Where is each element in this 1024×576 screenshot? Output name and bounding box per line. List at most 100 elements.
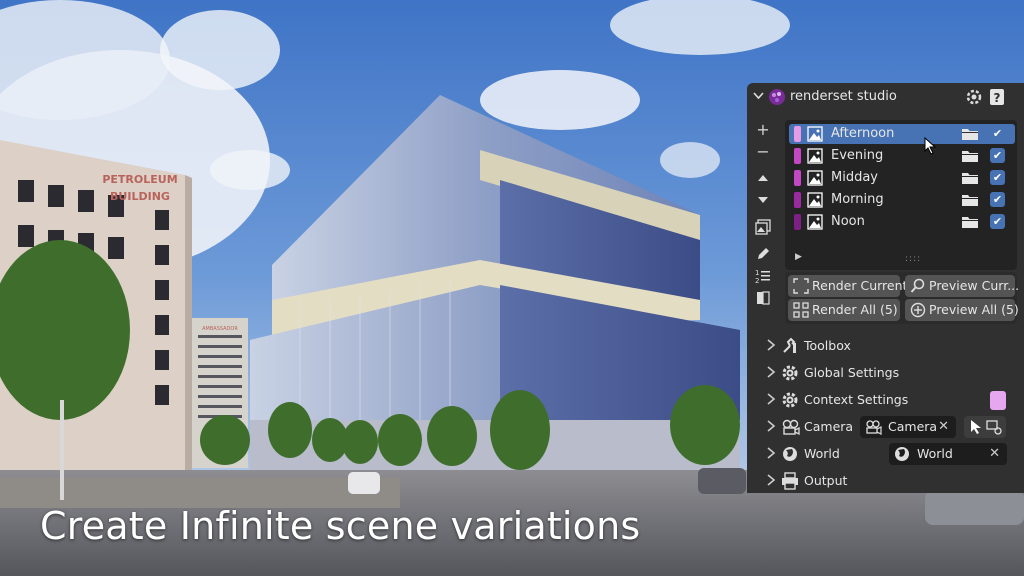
context-color-swatch[interactable] <box>990 391 1006 410</box>
camera-view-icon <box>986 419 1002 442</box>
magnifier-icon <box>910 278 926 301</box>
section-label: Toolbox <box>804 338 851 353</box>
world-selector[interactable]: World ✕ <box>889 443 1007 465</box>
camera-picker-button[interactable] <box>964 416 1006 438</box>
wrench-icon <box>781 337 799 359</box>
section-label: World <box>804 446 840 461</box>
context-name[interactable]: Noon <box>831 214 865 229</box>
image-icon <box>807 170 823 190</box>
svg-text:?: ? <box>994 91 1001 105</box>
add-context-button[interactable]: + <box>753 120 773 140</box>
image-icon <box>807 214 823 234</box>
petroleum-sign-line1: PETROLEUM <box>102 173 177 186</box>
resize-grip-icon[interactable]: :::: <box>905 254 921 264</box>
video-caption: Create Infinite scene variations <box>40 504 641 548</box>
context-color-swatch <box>794 170 801 186</box>
camera-value: Camera <box>888 419 938 434</box>
enabled-checkbox[interactable]: ✔ <box>990 170 1005 185</box>
help-icon[interactable]: ? <box>988 87 1006 111</box>
remove-context-button[interactable]: − <box>753 142 773 162</box>
render-actions: Render Current Preview Curr... Render Al… <box>785 272 1019 324</box>
folder-icon[interactable] <box>961 192 979 212</box>
clear-world-icon[interactable]: ✕ <box>989 443 1000 465</box>
preview-all-button[interactable]: Preview All (5) <box>905 299 1019 321</box>
render-all-label: Render All (5) <box>812 302 898 317</box>
render-all-button[interactable]: Render All (5) <box>788 299 900 321</box>
svg-text:2: 2 <box>755 277 759 284</box>
list-item[interactable]: Noon ✔ <box>789 212 1015 232</box>
gear-icon <box>781 391 799 413</box>
context-color-swatch <box>794 192 801 208</box>
preferences-gear-icon[interactable] <box>964 87 984 111</box>
section-label: Output <box>804 473 848 488</box>
list-item[interactable]: Midday ✔ <box>789 168 1015 188</box>
section-camera[interactable]: Camera Camera ✕ <box>747 416 1024 438</box>
render-region-icon <box>793 278 809 301</box>
section-context-settings[interactable]: Context Settings <box>747 389 1024 411</box>
camera-selector[interactable]: Camera ✕ <box>860 416 956 438</box>
context-color-swatch <box>794 126 801 142</box>
expand-chevron-icon[interactable] <box>766 339 776 354</box>
edit-pencil-icon[interactable] <box>753 246 773 266</box>
camera-icon <box>864 419 884 442</box>
preview-current-label: Preview Curr... <box>929 278 1020 293</box>
image-gallery-button[interactable] <box>753 219 773 239</box>
preview-current-button[interactable]: Preview Curr... <box>905 275 1019 297</box>
world-value: World <box>917 446 953 461</box>
section-output[interactable]: Output <box>747 470 1024 492</box>
context-name[interactable]: Evening <box>831 148 883 163</box>
renderset-panel: renderset studio ? + − 12 Afternoon ✔ Ev… <box>747 83 1024 493</box>
section-global-settings[interactable]: Global Settings <box>747 362 1024 384</box>
expand-chevron-icon[interactable] <box>766 447 776 462</box>
context-list[interactable]: Afternoon ✔ Evening ✔ Midday ✔ Morning ✔… <box>785 120 1017 270</box>
printer-icon <box>781 472 799 494</box>
preview-all-label: Preview All (5) <box>929 302 1019 317</box>
context-name[interactable]: Afternoon <box>831 126 894 141</box>
list-item[interactable]: Evening ✔ <box>789 146 1015 166</box>
add-circle-icon <box>910 302 926 325</box>
folder-icon[interactable] <box>961 126 979 146</box>
camera-icon <box>781 418 801 440</box>
panel-title: renderset studio <box>790 89 897 104</box>
list-item[interactable]: Morning ✔ <box>789 190 1015 210</box>
section-label: Camera <box>804 419 854 434</box>
renderset-logo-icon <box>768 88 786 110</box>
move-up-button[interactable] <box>753 169 773 189</box>
svg-text:1: 1 <box>755 269 759 277</box>
compare-icon[interactable] <box>753 290 773 310</box>
enabled-checkbox[interactable]: ✔ <box>990 148 1005 163</box>
panel-header[interactable]: renderset studio ? <box>747 83 1024 111</box>
expand-chevron-icon[interactable] <box>766 420 776 435</box>
gear-icon <box>781 364 799 386</box>
folder-icon[interactable] <box>961 170 979 190</box>
expand-chevron-icon[interactable] <box>766 474 776 489</box>
clear-camera-icon[interactable]: ✕ <box>938 416 949 438</box>
enabled-checkbox[interactable]: ✔ <box>990 126 1005 141</box>
ordered-list-icon[interactable]: 12 <box>753 268 773 288</box>
section-world[interactable]: World World ✕ <box>747 443 1024 465</box>
list-item[interactable]: Afternoon ✔ <box>789 124 1015 144</box>
render-current-label: Render Current <box>812 278 908 293</box>
petroleum-sign-line2: BUILDING <box>110 190 170 203</box>
context-name[interactable]: Morning <box>831 192 884 207</box>
expand-chevron-icon[interactable] <box>766 366 776 381</box>
expand-chevron-icon[interactable] <box>766 393 776 408</box>
render-current-button[interactable]: Render Current <box>788 275 907 297</box>
expand-filter-icon[interactable]: ▶ <box>795 252 802 262</box>
move-down-button[interactable] <box>753 191 773 211</box>
folder-icon[interactable] <box>961 214 979 234</box>
globe-icon <box>781 445 799 467</box>
section-label: Global Settings <box>804 365 900 380</box>
section-toolbox[interactable]: Toolbox <box>747 335 1024 357</box>
enabled-checkbox[interactable]: ✔ <box>990 192 1005 207</box>
grid-icon <box>793 302 809 325</box>
ambassador-sign: AMBASSADOR <box>202 326 238 332</box>
folder-icon[interactable] <box>961 148 979 168</box>
image-icon <box>807 192 823 212</box>
enabled-checkbox[interactable]: ✔ <box>990 214 1005 229</box>
collapse-chevron-icon[interactable] <box>753 90 764 105</box>
globe-icon <box>893 446 911 469</box>
context-color-swatch <box>794 214 801 230</box>
context-name[interactable]: Midday <box>831 170 878 185</box>
context-color-swatch <box>794 148 801 164</box>
